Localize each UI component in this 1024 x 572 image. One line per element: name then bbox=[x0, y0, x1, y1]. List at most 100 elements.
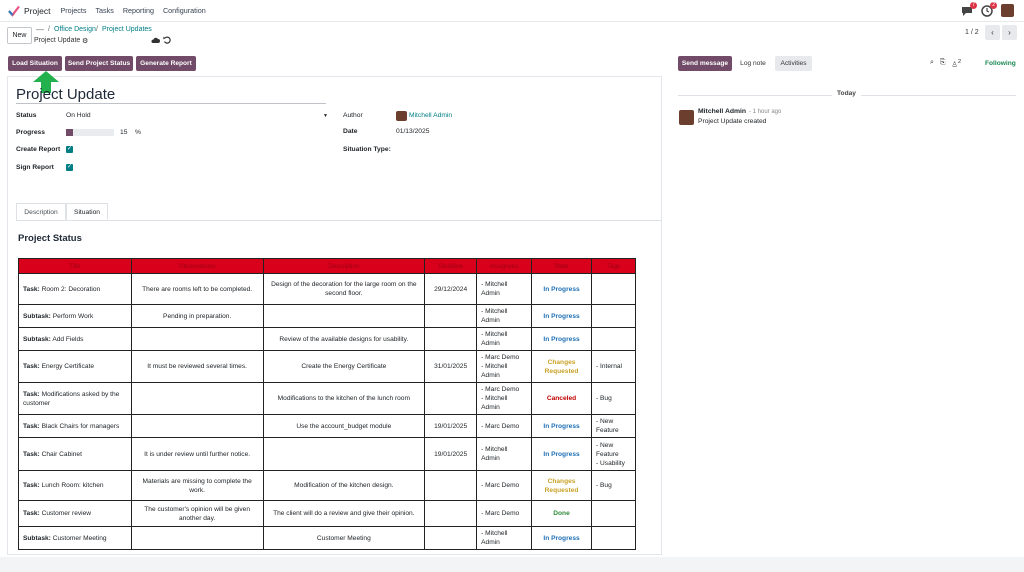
following-button[interactable]: Following bbox=[985, 60, 1016, 67]
assignee: - Mitchell Admin bbox=[481, 395, 508, 411]
cell-title-text: Energy Certificate bbox=[39, 363, 94, 370]
progress-bar[interactable] bbox=[66, 129, 114, 136]
message-author-avatar[interactable] bbox=[679, 110, 694, 125]
caret-down-icon[interactable]: ▼ bbox=[323, 113, 328, 119]
cell-state: Canceled bbox=[531, 382, 592, 415]
cell-observations: The customer's opinion will be given ano… bbox=[130, 500, 264, 527]
menu-projects[interactable]: Projects bbox=[60, 6, 86, 15]
table-row: Task: Room 2: Decoration There are rooms … bbox=[18, 273, 637, 305]
app-name[interactable]: Project bbox=[24, 6, 50, 16]
breadcrumb-project-updates[interactable]: Project Updates bbox=[102, 26, 152, 33]
send-project-status-button[interactable]: Send Project Status bbox=[65, 56, 133, 71]
cell-observations bbox=[130, 526, 264, 550]
tab-description[interactable]: Description bbox=[16, 203, 66, 220]
chatter-toolbar: ⌕ ⎘ ♙2 bbox=[930, 59, 961, 68]
tag: - Internal bbox=[595, 363, 623, 370]
table-row: Task: Black Chairs for managers Use the a… bbox=[18, 414, 637, 438]
cell-observations bbox=[130, 382, 264, 415]
author-field[interactable]: Mitchell Admin bbox=[409, 112, 452, 119]
cell-title-text: Black Chairs for managers bbox=[39, 422, 120, 430]
followers-icon[interactable]: ♙2 bbox=[952, 59, 962, 68]
chatter-panel bbox=[668, 74, 1024, 557]
status-select[interactable]: On Hold bbox=[66, 112, 91, 119]
chat-icon[interactable]: 7 bbox=[961, 1, 977, 17]
section-title: Project Status bbox=[18, 233, 82, 244]
cell-tags bbox=[590, 500, 637, 527]
cell-state: Changes Requested bbox=[531, 350, 592, 383]
checkmark-icon: ✓ bbox=[66, 164, 73, 170]
cell-assignees: - Marc Demo bbox=[476, 470, 533, 501]
title-underline bbox=[16, 103, 326, 104]
tag: - Bug bbox=[595, 395, 612, 402]
chevron-left-icon: ‹ bbox=[991, 28, 994, 37]
cell-description: Review of the available designs for usab… bbox=[262, 327, 426, 351]
discard-undo-icon[interactable] bbox=[163, 36, 171, 44]
cell-description: Use the account_budget module bbox=[262, 414, 426, 438]
date-field[interactable]: 01/13/2025 bbox=[396, 128, 429, 135]
load-situation-button[interactable]: Load Situation bbox=[8, 56, 62, 71]
assignee: - Mitchell Admin bbox=[481, 530, 508, 546]
cell-deadline bbox=[424, 470, 478, 501]
chevron-right-icon: › bbox=[1008, 28, 1011, 37]
cell-tags: - Bug bbox=[590, 382, 637, 415]
cell-title-kind: Task: bbox=[23, 285, 40, 293]
gear-icon[interactable]: ⚙ bbox=[82, 37, 88, 45]
status-label: Status bbox=[16, 112, 37, 119]
tag: - Usability bbox=[595, 459, 625, 467]
cell-deadline: 29/12/2024 bbox=[424, 273, 478, 305]
pager-next-button[interactable]: › bbox=[1002, 25, 1017, 40]
header-observations: Observations bbox=[130, 258, 264, 274]
activities-button[interactable]: Activities bbox=[775, 56, 812, 71]
user-avatar[interactable] bbox=[1001, 4, 1014, 17]
cell-observations bbox=[130, 327, 264, 351]
activity-clock-icon[interactable]: 2 bbox=[981, 1, 997, 17]
tab-situation[interactable]: Situation bbox=[66, 203, 108, 220]
breadcrumb-dropdown[interactable]: — bbox=[36, 25, 44, 34]
cell-title: Task: Chair Cabinet bbox=[18, 437, 132, 471]
record-title[interactable]: Project Update bbox=[16, 86, 115, 103]
date-separator-today: Today bbox=[832, 90, 861, 97]
header-assignees: Assignees bbox=[476, 258, 533, 274]
cell-description: Modifications to the kitchen of the lunc… bbox=[262, 382, 426, 415]
header-state: State bbox=[531, 258, 592, 274]
menu-tasks[interactable]: Tasks bbox=[95, 6, 113, 15]
project-app-icon[interactable] bbox=[8, 5, 20, 17]
cell-description: Design of the decoration for the large r… bbox=[262, 273, 426, 305]
cell-description: Create the Energy Certificate bbox=[262, 350, 426, 383]
cell-title: Subtask: Perform Work bbox=[18, 304, 132, 328]
header-tags: Tags bbox=[590, 258, 637, 274]
table-row: Task: Customer review The customer's opin… bbox=[18, 500, 637, 527]
tab-divider bbox=[16, 220, 662, 221]
cell-description bbox=[262, 304, 426, 328]
paperclip-icon[interactable]: ⎘ bbox=[940, 59, 946, 68]
search-icon[interactable]: ⌕ bbox=[930, 59, 934, 68]
save-cloud-icon[interactable] bbox=[151, 36, 160, 44]
send-message-button[interactable]: Send message bbox=[678, 56, 732, 71]
date-label: Date bbox=[343, 128, 358, 135]
table-row: Task: Energy Certificate It must be revie… bbox=[18, 350, 637, 383]
cell-assignees: - Mitchell Admin bbox=[476, 327, 533, 351]
pager-value[interactable]: 1 / 2 bbox=[965, 29, 979, 36]
cell-assignees: - Marc Demo - Mitchell Admin bbox=[476, 382, 533, 415]
cell-observations: It is under review until further notice. bbox=[130, 437, 264, 471]
cell-state: Changes Requested bbox=[531, 470, 592, 501]
cell-title-kind: Task: bbox=[23, 450, 40, 458]
generate-report-button[interactable]: Generate Report bbox=[136, 56, 196, 71]
sign-report-checkbox[interactable]: ✓ bbox=[66, 164, 73, 171]
assignee: - Mitchell Admin bbox=[481, 331, 508, 347]
pager-previous-button[interactable]: ‹ bbox=[985, 25, 1000, 40]
cell-assignees: - Mitchell Admin bbox=[476, 526, 533, 550]
breadcrumb-office-design[interactable]: Office Design bbox=[54, 26, 96, 33]
menu-configuration[interactable]: Configuration bbox=[163, 6, 206, 15]
progress-unit: % bbox=[135, 129, 141, 136]
cell-state: In Progress bbox=[531, 273, 592, 305]
cell-tags: - New Feature bbox=[590, 414, 637, 438]
assignee: - Mitchell Admin bbox=[481, 281, 508, 297]
log-note-button[interactable]: Log note bbox=[735, 56, 771, 71]
create-report-checkbox[interactable]: ✓ bbox=[66, 146, 73, 153]
message-author[interactable]: Mitchell Admin bbox=[698, 108, 746, 115]
menu-reporting[interactable]: Reporting bbox=[123, 6, 154, 15]
header-description: Description bbox=[262, 258, 426, 274]
cell-title-kind: Task: bbox=[23, 510, 40, 517]
new-button[interactable]: New bbox=[7, 27, 32, 44]
